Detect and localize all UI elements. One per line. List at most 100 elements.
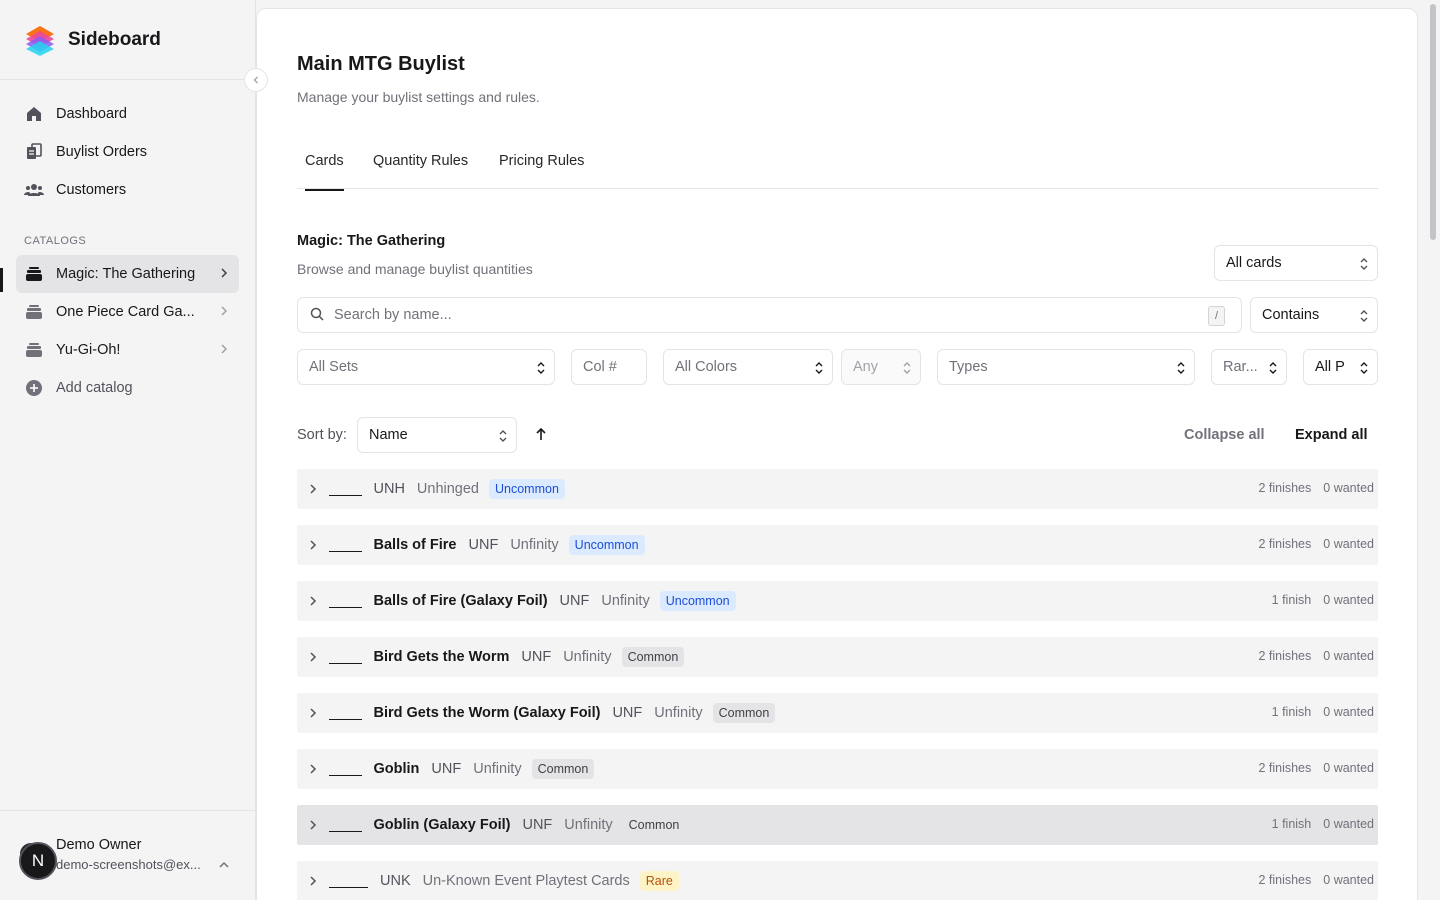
tab-cards[interactable]: Cards	[305, 153, 344, 191]
tab-quantity-rules[interactable]: Quantity Rules	[373, 153, 468, 189]
chevron-right-icon[interactable]	[297, 875, 329, 887]
collapse-all-button[interactable]: Collapse all	[1184, 427, 1265, 443]
set-code: UNF	[431, 761, 462, 777]
sort-select[interactable]: Name	[357, 417, 517, 453]
wanted-count: 0 wanted	[1323, 593, 1374, 607]
orders-icon	[24, 142, 44, 162]
set-name: Unfinity	[654, 705, 703, 721]
sidebar-item-dashboard[interactable]: Dashboard	[16, 95, 239, 133]
scrollbar[interactable]	[1426, 0, 1440, 900]
table-row[interactable]: UNK Un-Known Event Playtest Cards Rare 2 fi…	[297, 861, 1378, 900]
home-icon	[24, 104, 44, 124]
rarity-select[interactable]: Rar...	[1211, 349, 1287, 385]
wanted-count: 0 wanted	[1323, 537, 1374, 551]
table-row[interactable]: Goblin UNF Unfinity Common 2 finishes 0 wante…	[297, 749, 1378, 789]
chevron-right-icon[interactable]	[297, 763, 329, 775]
set-name: Unfinity	[601, 593, 650, 609]
sidebar-item-one-piece[interactable]: One Piece Card Ga...	[16, 293, 239, 331]
row-meta: 1 finish 0 wanted	[1272, 593, 1374, 607]
page-subtitle: Manage your buylist settings and rules.	[297, 89, 540, 105]
tab-pricing-rules[interactable]: Pricing Rules	[499, 153, 584, 189]
add-catalog-button[interactable]: Add catalog	[16, 369, 239, 407]
row-meta: 2 finishes 0 wanted	[1258, 761, 1374, 775]
collector-number-placeholder: Col #	[583, 359, 617, 375]
users-icon	[24, 180, 44, 200]
chevron-updown-icon	[1359, 256, 1369, 276]
set-code: UNF	[612, 705, 643, 721]
sidebar-item-yu-gi-oh[interactable]: Yu-Gi-Oh!	[16, 331, 239, 369]
set-name: Unfinity	[564, 817, 613, 833]
chevron-right-icon[interactable]	[297, 707, 329, 719]
user-menu[interactable]: N Demo Owner demo-screenshots@ex...	[0, 810, 256, 900]
chevron-updown-icon	[1268, 360, 1278, 380]
sidebar-item-customers[interactable]: Customers	[16, 171, 239, 209]
finish-count: 1 finish	[1271, 593, 1312, 607]
catalogs-section-label: CATALOGS	[24, 235, 87, 247]
chevron-right-icon[interactable]	[297, 595, 329, 607]
wanted-count: 0 wanted	[1323, 481, 1374, 495]
wanted-count: 0 wanted	[1323, 817, 1374, 831]
page-title: Main MTG Buylist	[297, 53, 465, 75]
rarity-badge: Common	[622, 815, 686, 835]
wanted-count: 0 wanted	[1323, 705, 1374, 719]
catalog-nav: Magic: The Gathering One Piece Card Ga..…	[0, 255, 255, 407]
chevron-right-icon[interactable]	[297, 819, 329, 831]
chevron-updown-icon	[814, 360, 824, 380]
card-name-blank	[329, 482, 362, 496]
row-meta: 2 finishes 0 wanted	[1258, 481, 1374, 495]
card-stack-icon	[24, 340, 44, 360]
printing-select[interactable]: All P	[1303, 349, 1378, 385]
brand[interactable]: Sideboard	[0, 0, 255, 80]
row-meta: 2 finishes 0 wanted	[1258, 873, 1374, 887]
main-nav: Dashboard Buylist Orders Customers	[0, 80, 255, 209]
table-row[interactable]: Bird Gets the Worm (Galaxy Foil) UNF Unfin…	[297, 693, 1378, 733]
sort-ascending-icon[interactable]	[533, 425, 549, 448]
collapse-sidebar-button[interactable]	[244, 68, 268, 92]
colors-select-value: All Colors	[675, 359, 738, 375]
colors-select[interactable]: All Colors	[663, 349, 833, 385]
color-match-select[interactable]: Any	[841, 349, 921, 385]
match-mode-select[interactable]: Contains	[1250, 297, 1378, 333]
sidebar-item-magic-the-gathering[interactable]: Magic: The Gathering	[16, 255, 239, 293]
sets-select[interactable]: All Sets	[297, 349, 555, 385]
chevron-right-icon[interactable]	[297, 539, 329, 551]
sidebar-item-buylist-orders[interactable]: Buylist Orders	[16, 133, 239, 171]
scrollbar-thumb[interactable]	[1430, 4, 1436, 240]
chevron-updown-icon	[536, 360, 546, 380]
table-row[interactable]: Balls of Fire (Galaxy Foil) UNF Unfinity Un…	[297, 581, 1378, 621]
chevron-right-icon[interactable]	[297, 651, 329, 663]
color-match-value: Any	[853, 359, 878, 375]
table-row[interactable]: Goblin (Galaxy Foil) UNF Unfinity Common 1 f…	[297, 805, 1378, 845]
set-code: UNF	[559, 593, 590, 609]
card-name: Bird Gets the Worm	[373, 649, 510, 665]
chevron-right-icon[interactable]	[297, 483, 329, 495]
table-row[interactable]: Bird Gets the Worm UNF Unfinity Common 2 fin…	[297, 637, 1378, 677]
expand-all-button[interactable]: Expand all	[1295, 427, 1368, 443]
main-panel: Main MTG Buylist Manage your buylist set…	[256, 8, 1418, 900]
card-name: Balls of Fire (Galaxy Foil)	[373, 593, 548, 609]
types-select[interactable]: Types	[937, 349, 1195, 385]
table-row[interactable]: Balls of Fire UNF Unfinity Uncommon 2 finish…	[297, 525, 1378, 565]
chevron-right-icon	[219, 266, 229, 284]
search-input[interactable]	[334, 307, 1174, 323]
finish-count: 1 finish	[1271, 817, 1312, 831]
card-name-blank	[329, 818, 362, 832]
rarity-badge: Rare	[639, 871, 679, 891]
brand-name: Sideboard	[68, 28, 161, 50]
chevron-updown-icon	[1359, 360, 1369, 380]
chevron-updown-icon	[1176, 360, 1186, 380]
section-title: Magic: The Gathering	[297, 233, 446, 249]
table-row[interactable]: UNH Unhinged Uncommon 2 finishes 0 wanted	[297, 469, 1378, 509]
sidebar-item-label: Yu-Gi-Oh!	[56, 342, 121, 358]
wanted-count: 0 wanted	[1323, 649, 1374, 663]
card-name: Balls of Fire	[373, 537, 457, 553]
sidebar-item-label: One Piece Card Ga...	[56, 304, 195, 320]
scope-select[interactable]: All cards	[1214, 245, 1378, 281]
search-field[interactable]: /	[297, 297, 1242, 333]
collector-number-input[interactable]: Col #	[571, 349, 647, 385]
printing-select-value: All P	[1315, 359, 1345, 375]
row-meta: 1 finish 0 wanted	[1272, 817, 1374, 831]
set-code: UNK	[380, 873, 411, 889]
chevron-right-icon	[219, 304, 229, 322]
chevron-up-icon	[218, 857, 230, 873]
